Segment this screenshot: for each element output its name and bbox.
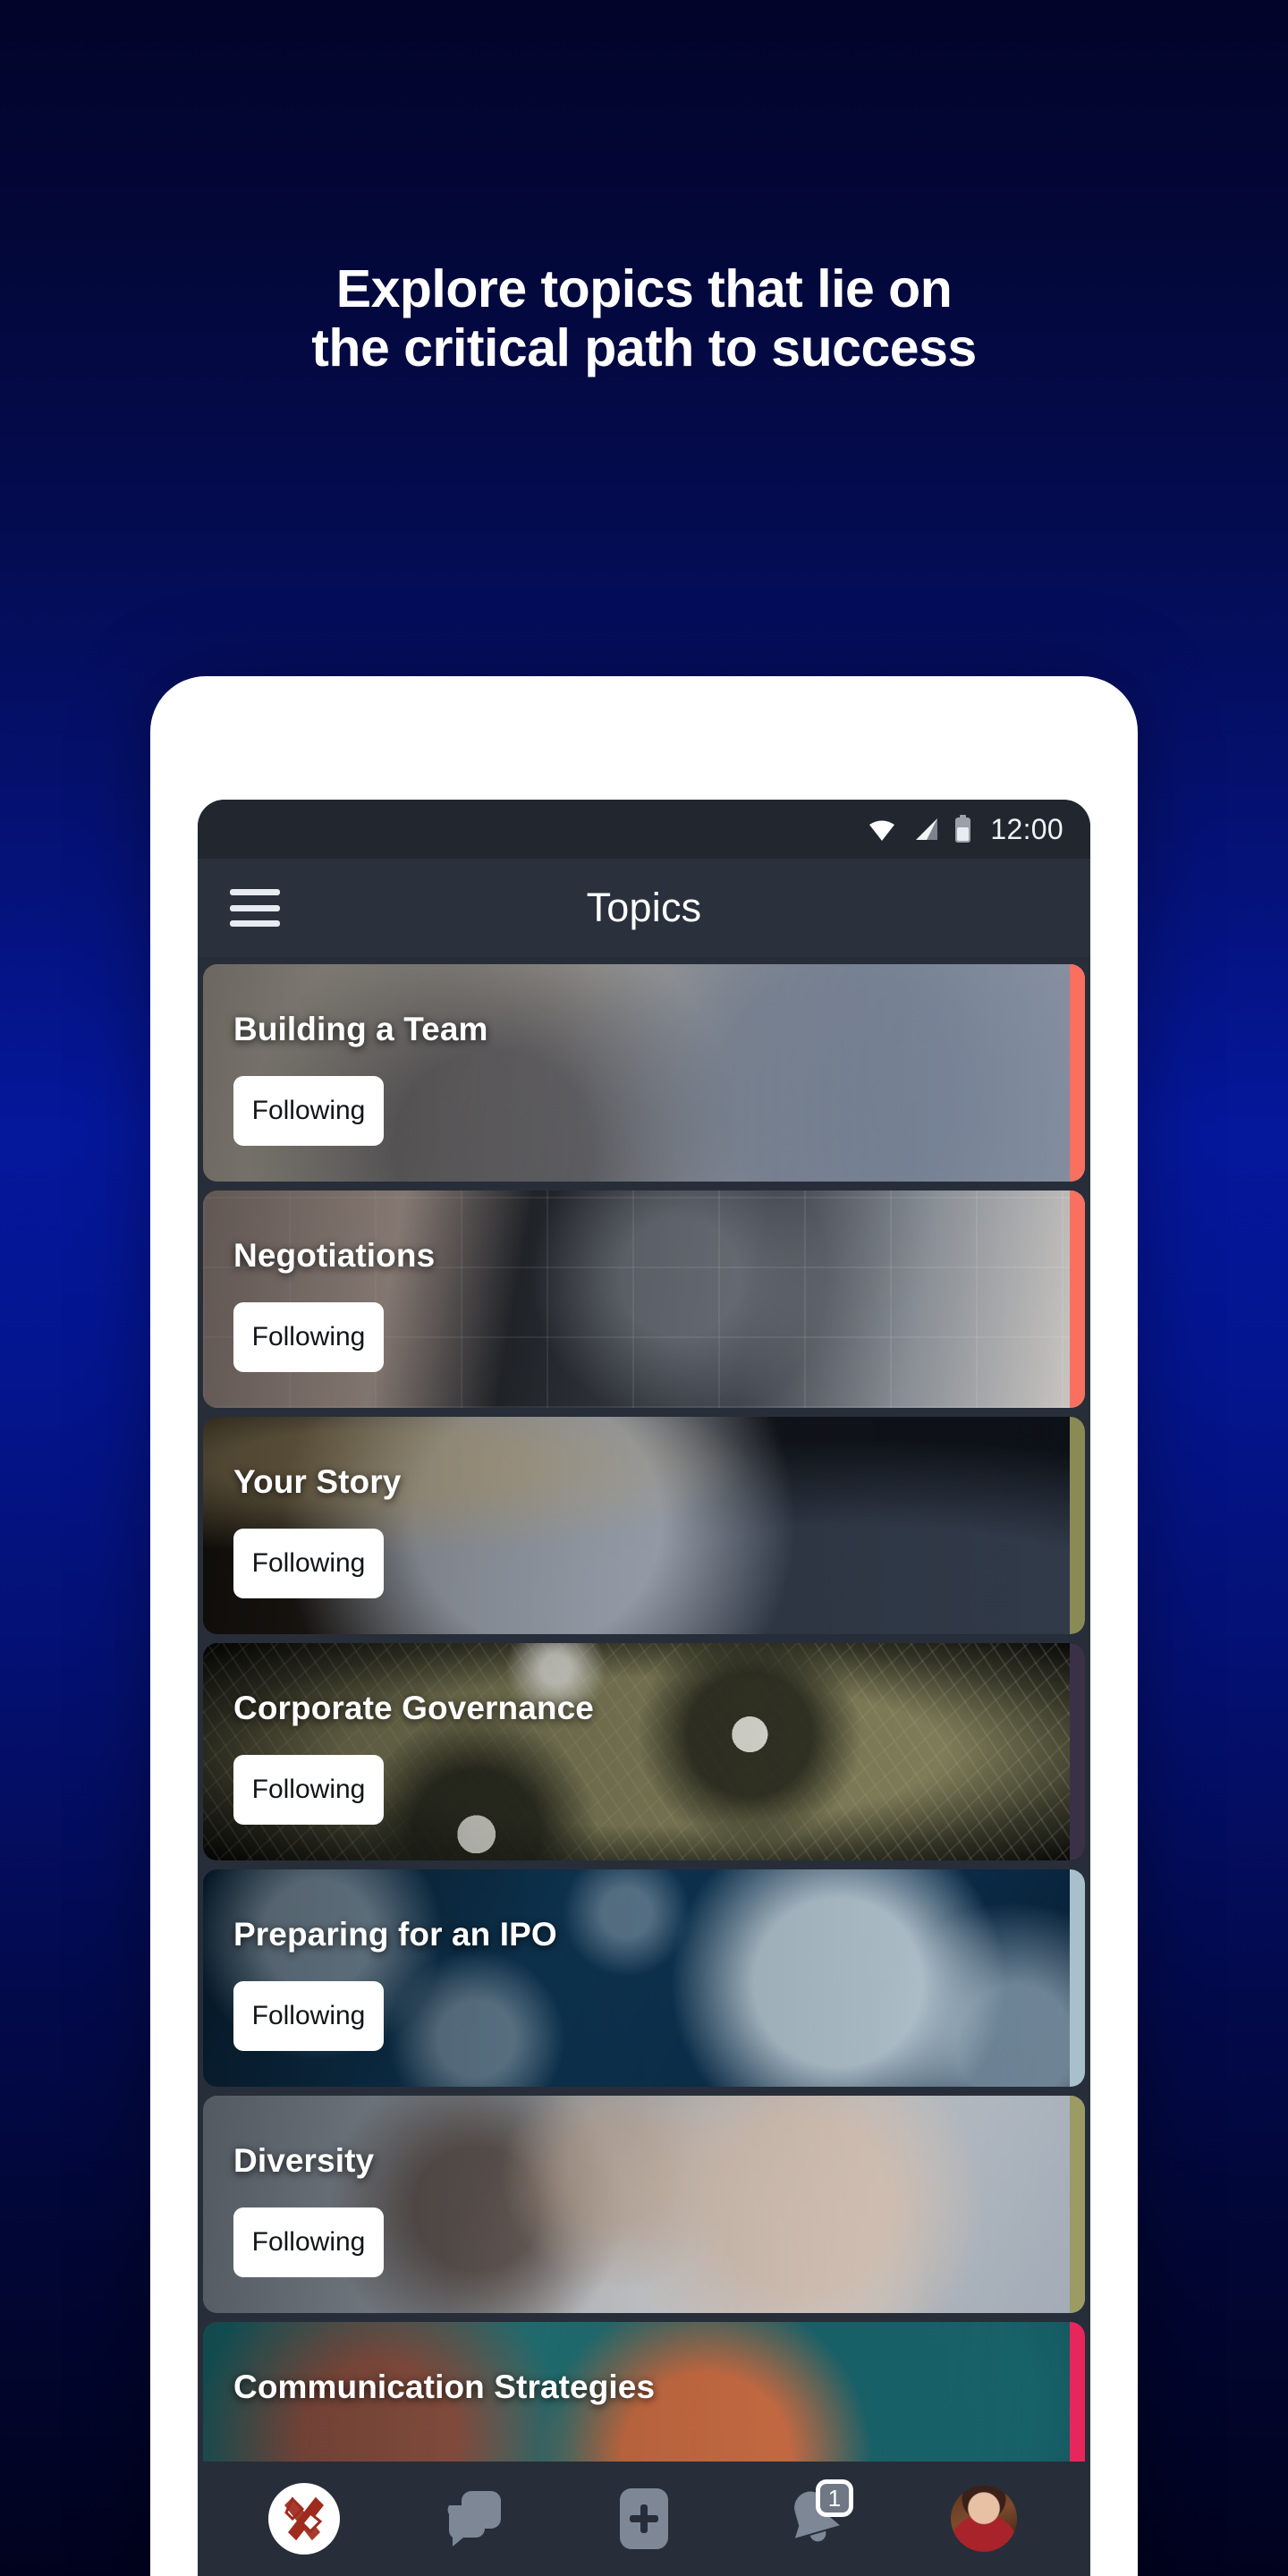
chat-bubbles-icon: [447, 2491, 501, 2546]
topic-card-accent-stripe: [1070, 2322, 1085, 2462]
topic-card-scrim: [203, 2096, 1085, 2313]
nav-item-notifications[interactable]: 1: [760, 2474, 868, 2563]
headline-line-2: the critical path to success: [311, 318, 977, 378]
battery-icon: [955, 815, 971, 843]
topic-card-title: Corporate Governance: [233, 1690, 594, 1726]
app-bar: Topics: [198, 859, 1090, 957]
topic-card-title: Negotiations: [233, 1237, 436, 1274]
cellular-signal-icon: [916, 818, 938, 840]
topic-card[interactable]: Corporate Governance Following: [203, 1643, 1085, 1860]
topic-card-accent-stripe: [1070, 1643, 1085, 1860]
topic-card-accent-stripe: [1070, 964, 1085, 1182]
topic-card[interactable]: Diversity Following: [203, 2096, 1085, 2313]
status-bar-clock: 12:00: [990, 812, 1063, 845]
nav-item-create[interactable]: [590, 2474, 698, 2563]
follow-button[interactable]: Following: [233, 1981, 384, 2051]
topic-card-accent-stripe: [1070, 1191, 1085, 1408]
follow-button[interactable]: Following: [233, 2207, 384, 2277]
app-bar-title: Topics: [586, 885, 702, 930]
topic-card-accent-stripe: [1070, 1417, 1085, 1634]
follow-button[interactable]: Following: [233, 1076, 384, 1146]
nav-item-messages[interactable]: [420, 2474, 528, 2563]
phone-screen: 12:00 Topics Building a Team Following N…: [198, 800, 1090, 2576]
notification-badge: 1: [816, 2479, 853, 2517]
topic-card[interactable]: Negotiations Following: [203, 1191, 1085, 1408]
nav-item-profile[interactable]: [930, 2474, 1038, 2563]
promo-screenshot: Explore topics that lie on the critical …: [0, 0, 1288, 2576]
topic-card[interactable]: Your Story Following: [203, 1417, 1085, 1634]
headline-line-1: Explore topics that lie on: [335, 259, 953, 318]
follow-button[interactable]: Following: [233, 1755, 384, 1825]
status-bar: 12:00: [198, 800, 1090, 859]
topic-card-title: Your Story: [233, 1463, 402, 1500]
wifi-icon: [869, 820, 895, 841]
ribbon-x-logo-icon: [268, 2483, 340, 2555]
topic-card-scrim: [203, 1417, 1085, 1634]
follow-button[interactable]: Following: [233, 1529, 384, 1598]
topic-card-title: Diversity: [233, 2142, 375, 2179]
topic-card-title: Building a Team: [233, 1011, 488, 1047]
avatar: [951, 2486, 1017, 2552]
topic-card-scrim: [203, 964, 1085, 1182]
phone-mockup: 12:00 Topics Building a Team Following N…: [150, 676, 1138, 2576]
follow-button[interactable]: Following: [233, 1302, 384, 1372]
page-title: Explore topics that lie on the critical …: [0, 259, 1288, 377]
topic-card-scrim: [203, 1869, 1085, 2087]
hamburger-menu-icon[interactable]: [230, 889, 280, 927]
topic-card-title: Communication Strategies: [233, 2368, 656, 2405]
topic-card-accent-stripe: [1070, 1869, 1085, 2087]
topic-card-scrim: [203, 1643, 1085, 1860]
topic-card[interactable]: Communication Strategies: [203, 2322, 1085, 2462]
topic-card-title: Preparing for an IPO: [233, 1916, 557, 1953]
topic-card-scrim: [203, 1191, 1085, 1408]
plus-add-icon: [620, 2488, 668, 2549]
topic-card[interactable]: Building a Team Following: [203, 964, 1085, 1182]
nav-item-home[interactable]: [250, 2474, 358, 2563]
topic-card[interactable]: Preparing for an IPO Following: [203, 1869, 1085, 2087]
bottom-navigation-bar: 1: [198, 2462, 1090, 2576]
topic-card-accent-stripe: [1070, 2096, 1085, 2313]
topics-list[interactable]: Building a Team Following Negotiations F…: [198, 957, 1090, 2462]
